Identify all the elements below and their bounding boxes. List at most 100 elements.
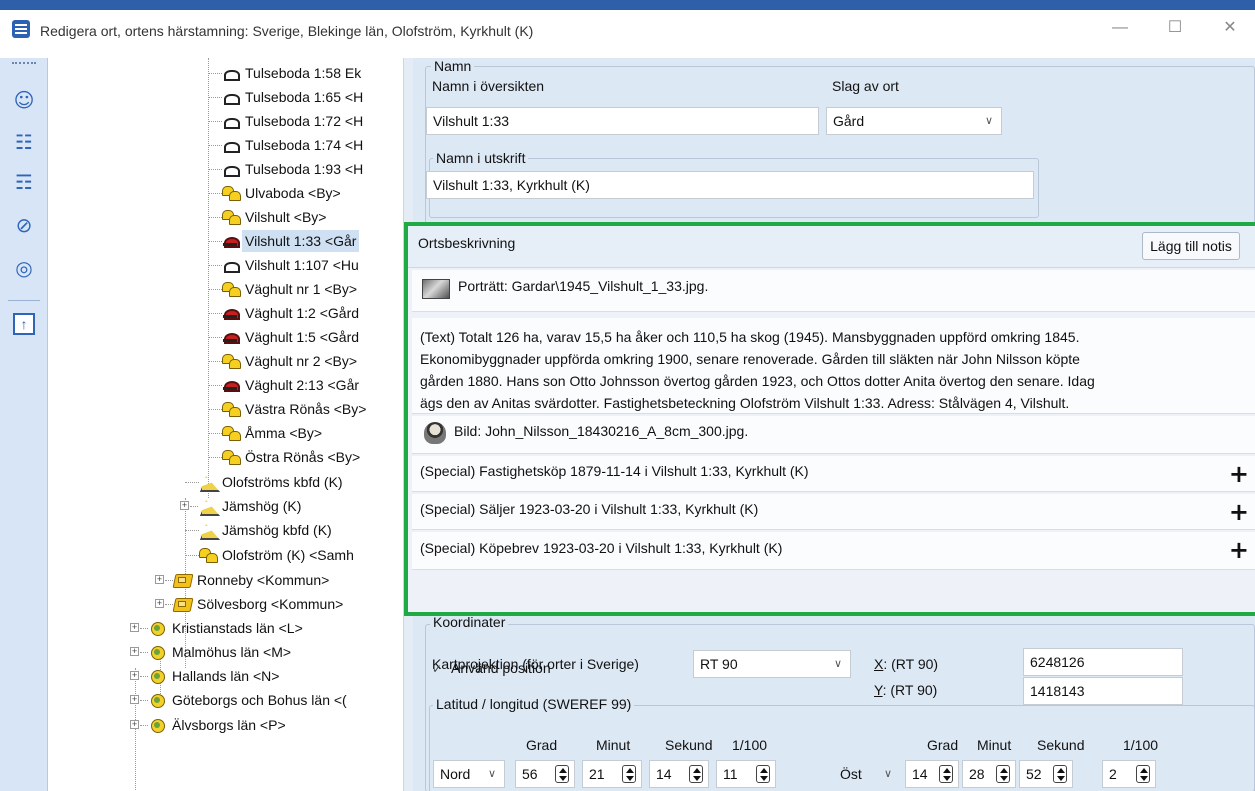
tree-node[interactable]: Vilshult 1:33 <Går: [48, 230, 403, 252]
x-coordinate-input[interactable]: 6248126: [1023, 648, 1183, 676]
slag-select[interactable]: Gård ∨: [826, 107, 1002, 135]
tree-node[interactable]: Tulseboda 1:72 <H: [48, 110, 403, 132]
plus-icon[interactable]: +: [1229, 536, 1249, 564]
tree-node[interactable]: Väghult nr 2 <By>: [48, 350, 403, 372]
utskrift-input[interactable]: Vilshult 1:33, Kyrkhult (K): [426, 171, 1034, 199]
tree-icon[interactable]: ☷: [12, 130, 36, 154]
expand-toggle-icon[interactable]: +: [155, 575, 164, 584]
ortsbeskrivning-title: Ortsbeskrivning: [418, 235, 516, 251]
tree-node[interactable]: + Jämshög (K): [48, 495, 403, 517]
tree-node-label: Tulseboda 1:74 <H: [245, 137, 364, 153]
add-note-button[interactable]: Lägg till notis: [1142, 232, 1240, 260]
lat-grad-stepper[interactable]: 56: [515, 760, 575, 788]
tree-node[interactable]: + Sölvesborg <Kommun>: [48, 593, 403, 615]
stepper-arrows-icon[interactable]: [756, 765, 770, 783]
lon-sekund-stepper[interactable]: 52: [1019, 760, 1073, 788]
lat-minut-stepper[interactable]: 21: [582, 760, 642, 788]
expand-toggle-icon[interactable]: +: [130, 671, 139, 680]
people-icon[interactable]: ☺: [12, 88, 36, 112]
y-coordinate-input[interactable]: 1418143: [1023, 677, 1183, 705]
special-row[interactable]: (Special) Köpebrev 1923-03-20 i Vilshult…: [412, 532, 1255, 570]
location-pin-icon[interactable]: ◎: [12, 256, 36, 280]
expand-toggle-icon[interactable]: +: [130, 695, 139, 704]
stepper-arrows-icon[interactable]: [1136, 765, 1150, 783]
lon-hundradel-stepper[interactable]: 2: [1102, 760, 1156, 788]
house-icon: [222, 89, 240, 105]
expand-toggle-icon[interactable]: +: [155, 599, 164, 608]
tree-node[interactable]: Jämshög kbfd (K): [48, 519, 403, 541]
tree-node[interactable]: Vilshult <By>: [48, 206, 403, 228]
hundradel-header: 1/100: [1123, 737, 1159, 753]
tree-node[interactable]: Tulseboda 1:58 Ek: [48, 62, 403, 84]
expand-toggle-icon[interactable]: +: [130, 647, 139, 656]
grip-dots[interactable]: [12, 62, 36, 64]
tree-node[interactable]: + Älvsborgs län <P>: [48, 714, 403, 736]
tree-node[interactable]: Tulseboda 1:65 <H: [48, 86, 403, 108]
longitude-direction-select[interactable]: Öst ∨: [833, 760, 901, 788]
tree-node[interactable]: Olofström (K) <Samh: [48, 544, 403, 566]
tree-node[interactable]: Väghult nr 1 <By>: [48, 278, 403, 300]
tree-node[interactable]: Väghult 1:2 <Gård: [48, 302, 403, 324]
tree-node[interactable]: Östra Rönås <By>: [48, 446, 403, 468]
tree-node[interactable]: + Malmöhus län <M>: [48, 641, 403, 663]
chevron-down-icon: ∨: [883, 768, 892, 780]
stepper-arrows-icon[interactable]: [622, 765, 636, 783]
tree-connector: [208, 73, 222, 74]
maximize-button[interactable]: ☐: [1160, 16, 1190, 40]
latitude-direction-select[interactable]: Nord ∨: [433, 760, 505, 788]
lat-sekund-stepper[interactable]: 14: [649, 760, 709, 788]
close-button[interactable]: ✕: [1215, 16, 1245, 40]
tree-node[interactable]: Åmma <By>: [48, 422, 403, 444]
checkmark-icon[interactable]: ✓: [432, 662, 446, 676]
stepper-arrows-icon[interactable]: [555, 765, 569, 783]
tree-connector: [208, 121, 222, 122]
x-label: X: (RT 90): [874, 656, 939, 672]
kartprojektion-select[interactable]: RT 90 ∨: [693, 650, 851, 678]
tree-node[interactable]: Tulseboda 1:93 <H: [48, 158, 403, 180]
tree-node[interactable]: Olofströms kbfd (K): [48, 471, 403, 493]
tree-node[interactable]: Väghult 1:5 <Gård: [48, 326, 403, 348]
bild-row[interactable]: Bild: John_Nilsson_18430216_A_8cm_300.jp…: [412, 416, 1255, 454]
chevron-down-icon: ∨: [833, 658, 842, 670]
tree-node[interactable]: Ulvaboda <By>: [48, 182, 403, 204]
description-line: ägs den av Anitas svärdotter. Fastighets…: [420, 395, 1070, 411]
stepper-arrows-icon[interactable]: [939, 765, 953, 783]
stepper-arrows-icon[interactable]: [1053, 765, 1067, 783]
stepper-arrows-icon[interactable]: [689, 765, 703, 783]
portrait-row[interactable]: Porträtt: Gardar\1945_Vilshult_1_33.jpg.: [412, 270, 1255, 312]
slag-value: Gård: [833, 113, 865, 129]
tree-node[interactable]: Tulseboda 1:74 <H: [48, 134, 403, 156]
special-row[interactable]: (Special) Säljer 1923-03-20 i Vilshult 1…: [412, 494, 1255, 530]
tree-connector: [140, 725, 148, 726]
minimize-button[interactable]: —: [1105, 16, 1135, 40]
place-tree[interactable]: Tulseboda 1:58 Ek Tulseboda 1:65 <H Tulseb…: [48, 58, 403, 791]
stepper-arrows-icon[interactable]: [996, 765, 1010, 783]
lat-hundradel-stepper[interactable]: 11: [716, 760, 776, 788]
anvand-position-label[interactable]: Använd position: [451, 660, 551, 676]
tree-node-label: Olofström (K) <Samh: [222, 547, 354, 563]
lon-grad-stepper[interactable]: 14: [905, 760, 959, 788]
upload-box-icon[interactable]: ↑: [13, 313, 35, 335]
tree-node[interactable]: Vilshult 1:107 <Hu: [48, 254, 403, 276]
namn-oversikt-input[interactable]: Vilshult 1:33: [426, 107, 819, 135]
tree-node[interactable]: + Hallands län <N>: [48, 665, 403, 687]
special-row[interactable]: (Special) Fastighetsköp 1879-11-14 i Vil…: [412, 456, 1255, 492]
description-text-row[interactable]: (Text) Totalt 126 ha, varav 15,5 ha åker…: [412, 318, 1255, 414]
tree-node[interactable]: + Kristianstads län <L>: [48, 617, 403, 639]
by-icon: [222, 353, 241, 369]
tree-node[interactable]: + Ronneby <Kommun>: [48, 569, 403, 591]
branch-icon[interactable]: ☶: [12, 170, 36, 194]
tree-node-label: Ronneby <Kommun>: [197, 572, 330, 588]
lon-minut-stepper[interactable]: 28: [962, 760, 1016, 788]
plus-icon[interactable]: +: [1229, 460, 1249, 488]
koordinater-legend: Koordinater: [430, 614, 509, 630]
expand-toggle-icon[interactable]: +: [130, 623, 139, 632]
tree-node[interactable]: Västra Rönås <By>: [48, 398, 403, 420]
tree-node-label: Västra Rönås <By>: [245, 401, 367, 417]
tree-node[interactable]: Väghult 2:13 <Går: [48, 374, 403, 396]
pin-off-icon[interactable]: ⊘: [12, 213, 36, 237]
expand-toggle-icon[interactable]: +: [180, 501, 189, 510]
plus-icon[interactable]: +: [1229, 498, 1249, 526]
tree-node[interactable]: + Göteborgs och Bohus län <(: [48, 689, 403, 711]
expand-toggle-icon[interactable]: +: [130, 720, 139, 729]
